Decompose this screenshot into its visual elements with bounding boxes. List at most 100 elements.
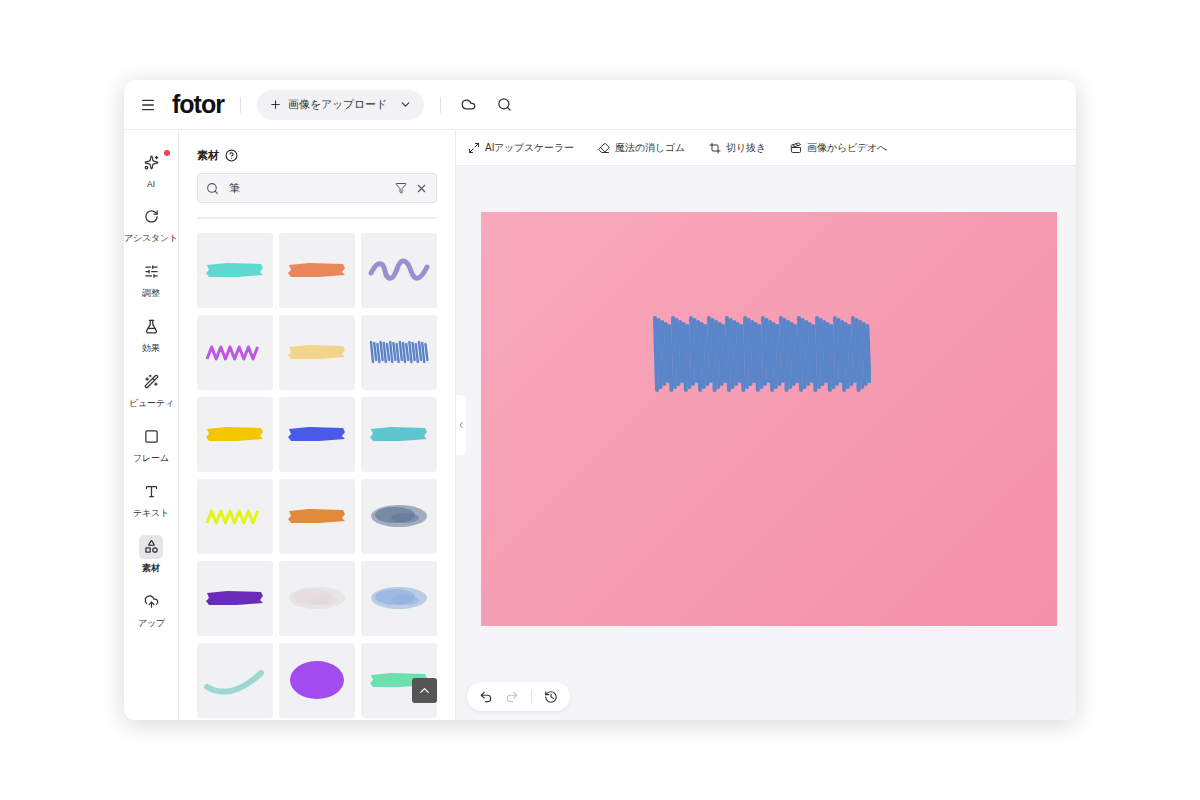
brush-tile[interactable] bbox=[279, 397, 355, 472]
brush-tile[interactable] bbox=[279, 643, 355, 718]
rail-item[interactable]: ビューティ bbox=[124, 362, 178, 417]
scroll-top-button[interactable] bbox=[412, 678, 437, 703]
scroll-hint bbox=[197, 217, 437, 219]
brush-tile[interactable] bbox=[279, 561, 355, 636]
brush-tile[interactable] bbox=[361, 397, 437, 472]
menu-button[interactable] bbox=[136, 93, 160, 117]
rail-item-icon bbox=[144, 594, 159, 609]
chevron-left-icon bbox=[456, 420, 466, 430]
divider bbox=[531, 690, 532, 704]
brush-tile[interactable] bbox=[197, 479, 273, 554]
brush-tile[interactable] bbox=[279, 479, 355, 554]
notification-dot bbox=[164, 150, 170, 156]
search-field bbox=[197, 173, 437, 203]
brush-icon bbox=[361, 397, 437, 472]
brush-icon bbox=[197, 233, 273, 308]
brush-tile[interactable] bbox=[279, 233, 355, 308]
rail-item[interactable]: アシスタント bbox=[124, 197, 178, 252]
brush-tile[interactable] bbox=[197, 643, 273, 718]
brush-tile[interactable] bbox=[197, 561, 273, 636]
brush-icon bbox=[197, 561, 273, 636]
logo[interactable]: fotor bbox=[172, 92, 224, 117]
photo[interactable] bbox=[481, 212, 1057, 626]
tool-button[interactable]: 魔法の消しゴム bbox=[598, 141, 685, 155]
rail-item-icon bbox=[144, 429, 159, 444]
tool-button[interactable]: 画像からビデオへ bbox=[790, 141, 887, 155]
panel-header: 素材 bbox=[197, 146, 437, 164]
brush-icon bbox=[197, 479, 273, 554]
tool-icon bbox=[468, 142, 480, 154]
search-icon bbox=[497, 97, 512, 112]
brush-tile[interactable] bbox=[197, 233, 273, 308]
brush-icon bbox=[361, 479, 437, 554]
brush-icon bbox=[279, 233, 355, 308]
cloud-icon bbox=[461, 97, 476, 112]
upload-button[interactable]: 画像をアップロード bbox=[257, 90, 424, 120]
rail-icon-box bbox=[139, 260, 163, 284]
redo-button[interactable] bbox=[505, 690, 519, 704]
tool-button[interactable]: AIアップスケーラー bbox=[468, 141, 574, 155]
rail-item[interactable]: フレーム bbox=[124, 417, 178, 472]
brush-icon bbox=[279, 315, 355, 390]
brush-tile[interactable] bbox=[361, 561, 437, 636]
cloud-button[interactable] bbox=[457, 93, 481, 117]
brush-icon bbox=[197, 315, 273, 390]
brush-tile[interactable] bbox=[361, 479, 437, 554]
rail-icon-box bbox=[139, 480, 163, 504]
rail-item[interactable]: アップ bbox=[124, 582, 178, 637]
history-bar bbox=[467, 682, 570, 711]
brush-icon bbox=[361, 233, 437, 308]
brush-sticker-icon bbox=[651, 312, 871, 397]
rail-item[interactable]: AI bbox=[124, 142, 178, 197]
rail-item-icon bbox=[144, 374, 159, 389]
rail-icon-box bbox=[139, 315, 163, 339]
brush-icon bbox=[361, 561, 437, 636]
rail-label: 効果 bbox=[142, 343, 160, 355]
rail-item[interactable]: 調整 bbox=[124, 252, 178, 307]
filter-icon[interactable] bbox=[395, 182, 407, 194]
history-button[interactable] bbox=[544, 690, 558, 704]
brush-sticker[interactable] bbox=[651, 312, 871, 397]
brush-tile[interactable] bbox=[279, 315, 355, 390]
rail-icon-box bbox=[139, 425, 163, 449]
clear-icon[interactable] bbox=[415, 182, 428, 195]
rail-label: アシスタント bbox=[124, 233, 178, 245]
chevron-up-icon bbox=[417, 683, 432, 698]
tool-icon bbox=[598, 142, 610, 154]
tool-bar: AIアップスケーラー 魔法の消しゴム 切り抜き 画像からビデオへ bbox=[456, 130, 1076, 166]
rail-item-icon bbox=[144, 319, 159, 334]
brush-tile[interactable] bbox=[361, 233, 437, 308]
brush-icon bbox=[361, 315, 437, 390]
brush-icon bbox=[279, 397, 355, 472]
collapse-handle[interactable] bbox=[456, 395, 466, 455]
rail-label: テキスト bbox=[133, 508, 169, 520]
body: AIアシスタント調整効果ビューティフレームテキスト素材アップ素材AIアップスケー… bbox=[124, 130, 1076, 720]
brush-tile[interactable] bbox=[197, 397, 273, 472]
side-rail: AI アシスタント調整効果ビューティフレームテキスト素材アップ bbox=[124, 130, 179, 720]
rail-item-icon bbox=[144, 264, 159, 279]
help-icon[interactable] bbox=[225, 149, 238, 162]
rail-item[interactable]: 効果 bbox=[124, 307, 178, 362]
rail-icon-box bbox=[139, 151, 163, 175]
search-input[interactable] bbox=[227, 181, 387, 195]
hamburger-icon bbox=[140, 97, 156, 113]
history-icon bbox=[544, 690, 558, 704]
rail-label: アップ bbox=[138, 618, 165, 630]
tool-button[interactable]: 切り抜き bbox=[709, 141, 766, 155]
rail-item[interactable]: 素材 bbox=[124, 527, 178, 582]
top-bar: fotor 画像をアップロード bbox=[124, 80, 1076, 130]
rail-item-icon bbox=[144, 155, 159, 170]
rail-label: 素材 bbox=[142, 563, 160, 575]
rail-item[interactable]: テキスト bbox=[124, 472, 178, 527]
rail-item-icon bbox=[144, 484, 159, 499]
rail-icon-box bbox=[139, 535, 163, 559]
search-button[interactable] bbox=[493, 93, 517, 117]
canvas-area bbox=[456, 166, 1076, 720]
rail-icon-box bbox=[139, 205, 163, 229]
brush-tile[interactable] bbox=[197, 315, 273, 390]
undo-button[interactable] bbox=[479, 690, 493, 704]
rail-icon-box bbox=[139, 370, 163, 394]
brush-tile[interactable] bbox=[361, 315, 437, 390]
panel-title: 素材 bbox=[197, 148, 219, 163]
brush-icon bbox=[279, 479, 355, 554]
